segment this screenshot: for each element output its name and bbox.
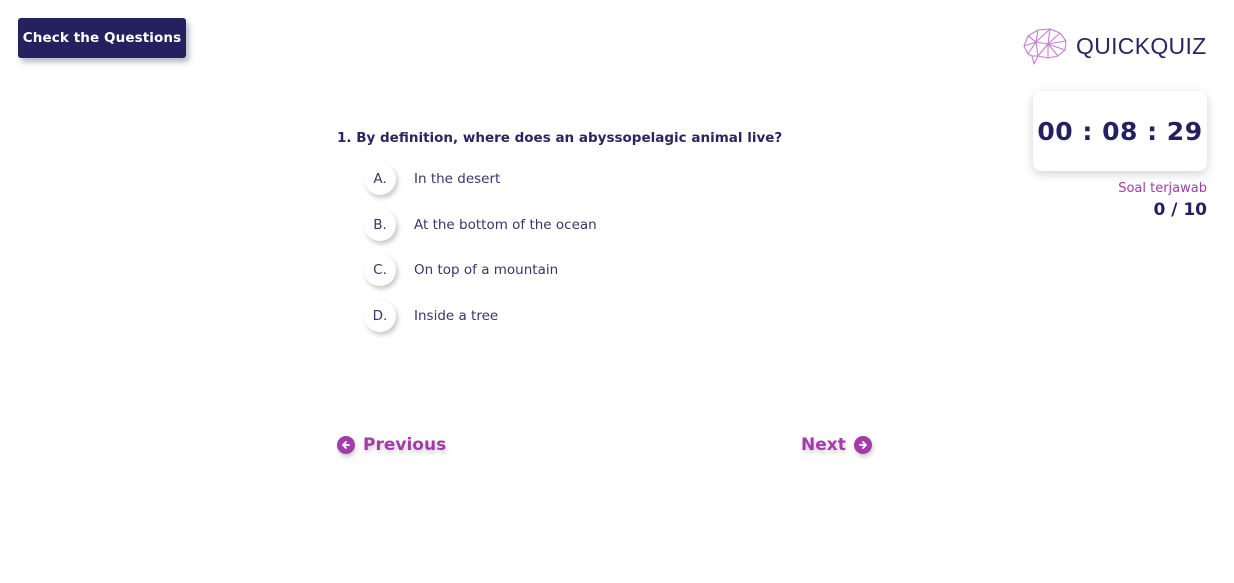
- answer-options: A. In the desert B. At the bottom of the…: [364, 163, 597, 345]
- option-letter-badge[interactable]: B.: [364, 208, 396, 241]
- option-c[interactable]: C. On top of a mountain: [364, 254, 597, 286]
- brand-logo: QUICKQUIZ: [1020, 26, 1206, 66]
- option-label[interactable]: At the bottom of the ocean: [414, 217, 597, 233]
- option-letter-badge[interactable]: C.: [364, 254, 396, 286]
- question-text: 1. By definition, where does an abyssope…: [337, 130, 783, 146]
- previous-button[interactable]: Previous: [337, 435, 446, 455]
- arrow-left-circle-icon[interactable]: [337, 436, 355, 454]
- next-button[interactable]: Next: [801, 435, 872, 455]
- brand-name: QUICKQUIZ: [1076, 32, 1207, 59]
- countdown-timer: 00 : 08 : 29: [1033, 91, 1207, 171]
- brain-network-icon: [1023, 28, 1067, 65]
- option-label[interactable]: In the desert: [414, 171, 500, 187]
- option-b[interactable]: B. At the bottom of the ocean: [364, 208, 597, 241]
- quiz-page: Check the Questions QUICKQUIZ 00: 08: …: [0, 0, 1234, 583]
- check-questions-button[interactable]: Check the Questions: [18, 18, 186, 58]
- option-label[interactable]: On top of a mountain: [414, 262, 558, 278]
- next-label[interactable]: Next: [801, 435, 846, 455]
- answered-count: 0 / 10: [1153, 200, 1207, 220]
- option-letter-badge[interactable]: A.: [364, 163, 396, 195]
- option-letter-badge[interactable]: D.: [364, 299, 396, 332]
- answered-label: Soal terjawab: [1118, 181, 1207, 196]
- option-a[interactable]: A. In the desert: [364, 163, 597, 195]
- timer-display: 00 : 08 : 29: [1037, 116, 1203, 146]
- option-d[interactable]: D. Inside a tree: [364, 299, 597, 332]
- option-label[interactable]: Inside a tree: [414, 308, 498, 324]
- arrow-right-circle-icon[interactable]: [853, 436, 872, 454]
- previous-label[interactable]: Previous: [363, 435, 446, 455]
